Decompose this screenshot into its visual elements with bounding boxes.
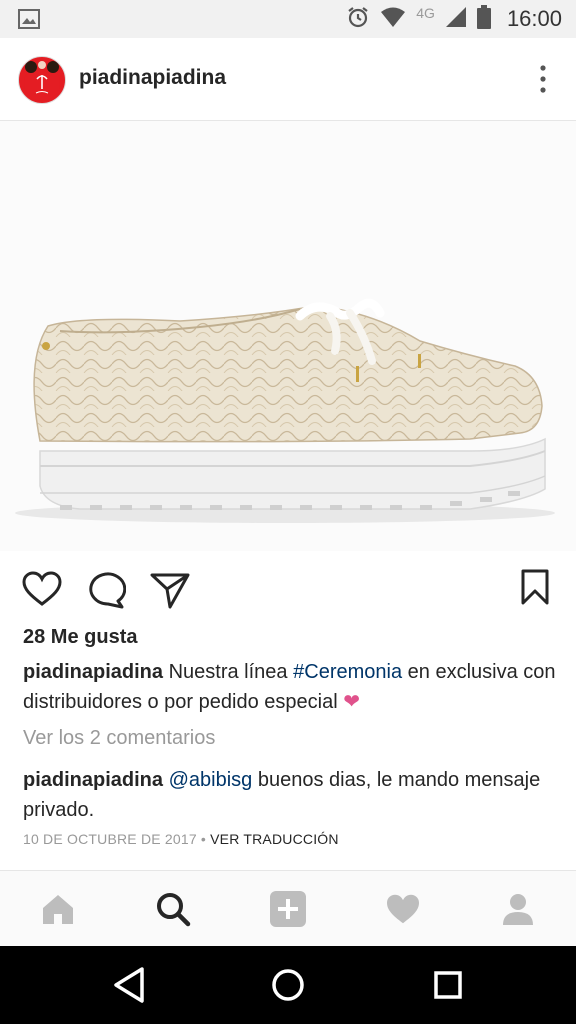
image-icon xyxy=(18,9,40,34)
home-icon[interactable] xyxy=(38,889,78,929)
post-username[interactable]: piadinapiadina xyxy=(79,66,226,90)
comment: piadinapiadina @abibisg buenos dias, le … xyxy=(23,765,563,825)
status-bar: 4G 16:00 xyxy=(0,0,576,38)
clock: 16:00 xyxy=(506,6,562,31)
profile-icon[interactable] xyxy=(498,889,538,929)
bookmark-icon[interactable] xyxy=(521,569,549,610)
back-icon[interactable] xyxy=(112,966,146,1009)
wifi-icon xyxy=(380,6,406,33)
heart-emoji: ❤ xyxy=(343,691,360,713)
meta-separator: • xyxy=(200,831,207,847)
recents-icon[interactable] xyxy=(432,966,464,1009)
caption-hashtag[interactable]: #Ceremonia xyxy=(293,661,402,683)
post-meta: 10 DE OCTUBRE DE 2017 • VER TRADUCCIÓN xyxy=(23,831,339,847)
avatar[interactable] xyxy=(18,56,66,104)
comment-mention[interactable]: @abibisg xyxy=(169,769,253,791)
network-type: 4G xyxy=(416,5,435,21)
post-actions xyxy=(0,565,576,615)
activity-icon[interactable] xyxy=(383,889,423,929)
post-date: 10 DE OCTUBRE DE 2017 xyxy=(23,831,197,847)
caption-username[interactable]: piadinapiadina xyxy=(23,661,163,683)
add-icon[interactable] xyxy=(268,889,308,929)
translate-link[interactable]: VER TRADUCCIÓN xyxy=(210,831,339,847)
search-icon[interactable] xyxy=(153,889,193,929)
battery-icon xyxy=(476,4,491,34)
like-icon[interactable] xyxy=(22,571,62,612)
system-nav-bar xyxy=(0,946,576,1024)
comment-username[interactable]: piadinapiadina xyxy=(23,769,163,791)
likes-count[interactable]: 28 Me gusta xyxy=(23,626,137,649)
post-caption: piadinapiadina Nuestra línea #Ceremonia … xyxy=(23,657,563,717)
view-comments-link[interactable]: Ver los 2 comentarios xyxy=(23,727,215,750)
more-options-icon[interactable] xyxy=(538,64,548,94)
bottom-tab-bar xyxy=(0,870,576,947)
comment-icon[interactable] xyxy=(86,571,127,614)
signal-icon xyxy=(445,6,467,33)
share-icon[interactable] xyxy=(150,571,190,614)
post-photo[interactable] xyxy=(0,121,576,551)
caption-text: Nuestra línea xyxy=(168,661,288,683)
alarm-icon xyxy=(346,5,370,34)
home-circle-icon[interactable] xyxy=(270,966,306,1009)
post-header: piadinapiadina xyxy=(0,38,576,121)
